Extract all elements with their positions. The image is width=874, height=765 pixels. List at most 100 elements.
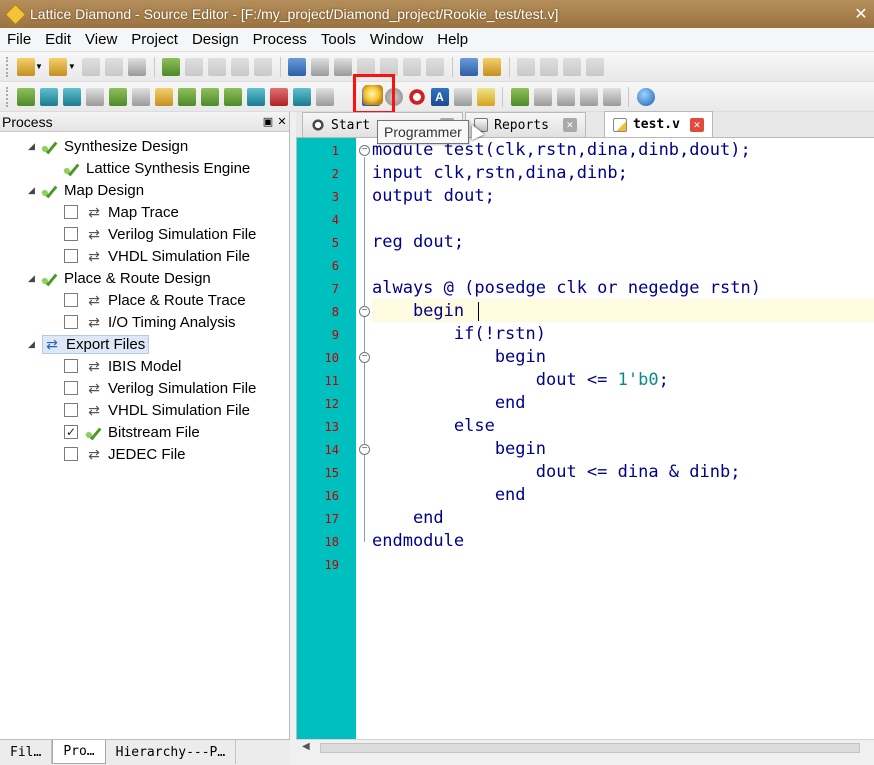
- tab-process[interactable]: Pro…: [52, 740, 106, 764]
- menu-window[interactable]: Window: [363, 31, 430, 48]
- tree-item-bitstream-file[interactable]: ✓ Bitstream File: [64, 421, 200, 443]
- layout-1-icon[interactable]: [510, 87, 529, 106]
- tab-file-list[interactable]: Fil…: [0, 740, 53, 764]
- power-calculator-icon[interactable]: [223, 87, 242, 106]
- device-view-icon[interactable]: [85, 87, 104, 106]
- spreadsheet-view-icon[interactable]: [16, 87, 35, 106]
- tree-item-synthesize-design[interactable]: ◢ Synthesize Design: [28, 135, 188, 157]
- reveal-analyzer-icon[interactable]: [292, 87, 311, 106]
- zoom-in-icon[interactable]: [357, 57, 376, 76]
- package-view-icon[interactable]: [39, 87, 58, 106]
- layout-4-icon[interactable]: [579, 87, 598, 106]
- code-line[interactable]: endmodule: [372, 530, 464, 553]
- tree-item-jedec-file[interactable]: ⇄ JEDEC File: [64, 443, 186, 465]
- save-icon[interactable]: [82, 57, 101, 76]
- code-line[interactable]: reg dout;: [372, 231, 464, 254]
- collapse-arrow-icon[interactable]: ◢: [28, 141, 38, 152]
- code-line[interactable]: dout <= 1'b0;: [372, 369, 669, 392]
- zoom-fit-icon[interactable]: [403, 57, 422, 76]
- menu-process[interactable]: Process: [246, 31, 314, 48]
- code-line[interactable]: end: [372, 392, 526, 415]
- chip-view-icon[interactable]: [62, 87, 81, 106]
- layout-5-icon[interactable]: [602, 87, 621, 106]
- simulation-wizard-icon[interactable]: [315, 87, 334, 106]
- collapse-arrow-icon[interactable]: ◢: [28, 273, 38, 284]
- io-timing-checkbox[interactable]: [64, 315, 78, 329]
- code-line[interactable]: begin: [372, 300, 464, 323]
- tree-item-export-files[interactable]: ◢ ⇄ Export Files: [28, 333, 150, 355]
- epic-icon[interactable]: [246, 87, 265, 106]
- chevron-down-icon[interactable]: ▼: [68, 62, 76, 71]
- export-verilog-checkbox[interactable]: [64, 381, 78, 395]
- code-line[interactable]: begin: [372, 438, 546, 461]
- close-icon[interactable]: ✕: [562, 118, 577, 132]
- ibis-checkbox[interactable]: [64, 359, 78, 373]
- scroll-left-icon[interactable]: ◀: [302, 741, 310, 752]
- chevron-down-icon[interactable]: ▼: [35, 62, 43, 71]
- step-icon[interactable]: [540, 57, 559, 76]
- floorplan-view-icon[interactable]: [154, 87, 173, 106]
- map-trace-checkbox[interactable]: [64, 205, 78, 219]
- timing-analysis-icon[interactable]: [200, 87, 219, 106]
- netlist-view-icon[interactable]: [108, 87, 127, 106]
- text-a-icon[interactable]: A: [430, 87, 449, 106]
- fold-toggle-icon[interactable]: −: [359, 306, 370, 317]
- print-icon[interactable]: [128, 57, 147, 76]
- tree-item-place-route-design[interactable]: ◢ Place & Route Design: [28, 267, 211, 289]
- code-line[interactable]: else: [372, 415, 495, 438]
- undo-icon[interactable]: [162, 57, 181, 76]
- menu-file[interactable]: File: [0, 31, 38, 48]
- toolbar-grip[interactable]: [6, 86, 10, 107]
- horizontal-scrollbar[interactable]: ◀: [296, 739, 874, 755]
- tree-item-map-design[interactable]: ◢ Map Design: [28, 179, 144, 201]
- stop-icon[interactable]: [586, 57, 605, 76]
- verilog-sim-checkbox[interactable]: [64, 227, 78, 241]
- code-line[interactable]: end: [372, 507, 444, 530]
- source-editor[interactable]: 1 2 3 4 5 6 7 8 9 10 11 12 13 14 15 16 1…: [296, 138, 874, 739]
- physical-view-icon[interactable]: [177, 87, 196, 106]
- fold-toggle-icon[interactable]: −: [359, 352, 370, 363]
- tab-hierarchy[interactable]: Hierarchy---P…: [106, 740, 237, 764]
- close-icon[interactable]: ✕: [689, 117, 704, 132]
- task-list-icon[interactable]: [460, 57, 479, 76]
- lightning-icon[interactable]: [476, 87, 495, 106]
- properties-icon[interactable]: [311, 57, 330, 76]
- tree-item-ibis-model[interactable]: ⇄ IBIS Model: [64, 355, 181, 377]
- code-line[interactable]: dout <= dina & dinb;: [372, 461, 741, 484]
- menu-help[interactable]: Help: [430, 31, 475, 48]
- bitstream-checkbox[interactable]: ✓: [64, 425, 78, 439]
- code-line[interactable]: output dout;: [372, 185, 495, 208]
- export-vhdl-checkbox[interactable]: [64, 403, 78, 417]
- fold-toggle-icon[interactable]: −: [359, 145, 370, 156]
- web-globe-icon[interactable]: [636, 87, 655, 106]
- tree-item-place-route-trace[interactable]: ⇄ Place & Route Trace: [64, 289, 246, 311]
- redo-icon[interactable]: [185, 57, 204, 76]
- tree-item-vhdl-simulation-file[interactable]: ⇄ VHDL Simulation File: [64, 245, 250, 267]
- menu-edit[interactable]: Edit: [38, 31, 78, 48]
- tree-item-map-trace[interactable]: ⇄ Map Trace: [64, 201, 179, 223]
- tree-item-verilog-simulation-file[interactable]: ⇄ Verilog Simulation File: [64, 223, 256, 245]
- float-panel-icon[interactable]: ▣: [261, 115, 275, 128]
- reveal-inserter-icon[interactable]: [269, 87, 288, 106]
- tree-item-lattice-synthesis-engine[interactable]: Lattice Synthesis Engine: [64, 157, 250, 179]
- rerun-icon[interactable]: [563, 57, 582, 76]
- collapse-arrow-icon[interactable]: ◢: [28, 185, 38, 196]
- menu-project[interactable]: Project: [124, 31, 185, 48]
- vhdl-sim-checkbox[interactable]: [64, 249, 78, 263]
- replace-icon[interactable]: [334, 57, 353, 76]
- run-icon[interactable]: [517, 57, 536, 76]
- par-trace-checkbox[interactable]: [64, 293, 78, 307]
- cut-icon[interactable]: [208, 57, 227, 76]
- code-line[interactable]: if(!rstn): [372, 323, 546, 346]
- open-folder-icon[interactable]: [49, 57, 68, 76]
- sync-icon[interactable]: [407, 87, 426, 106]
- tree-item-export-verilog-simulation-file[interactable]: ⇄ Verilog Simulation File: [64, 377, 256, 399]
- find-icon[interactable]: [288, 57, 307, 76]
- new-file-icon[interactable]: [16, 57, 35, 76]
- tree-item-io-timing-analysis[interactable]: ⇄ I/O Timing Analysis: [64, 311, 236, 333]
- layout-2-icon[interactable]: [533, 87, 552, 106]
- cluster-icon[interactable]: [453, 87, 472, 106]
- scrollbar-thumb[interactable]: [320, 743, 860, 753]
- copy-icon[interactable]: [231, 57, 250, 76]
- menu-design[interactable]: Design: [185, 31, 246, 48]
